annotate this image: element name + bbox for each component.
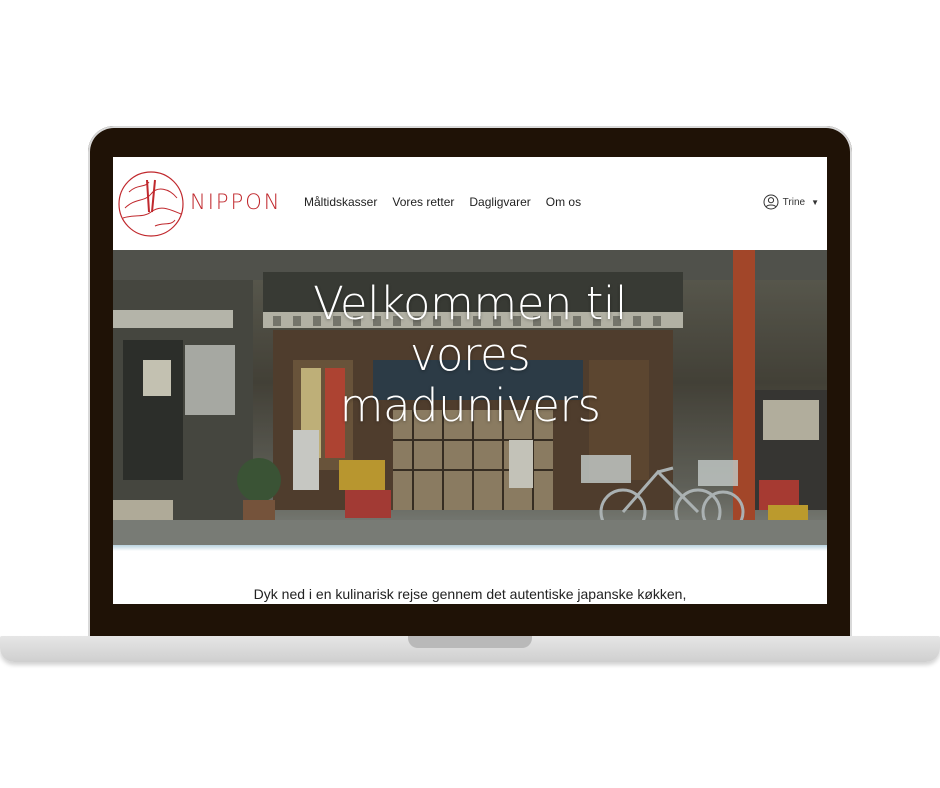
hero-title: Velkommen til vores madunivers bbox=[113, 278, 827, 431]
hero-banner: Velkommen til vores madunivers bbox=[113, 250, 827, 545]
hero-title-line-2: vores bbox=[409, 328, 531, 381]
navbar: NIPPON Måltidskasser Vores retter Daglig… bbox=[113, 157, 827, 250]
nav-link-dagligvarer[interactable]: Dagligvarer bbox=[469, 195, 530, 209]
intro-text: Dyk ned i en kulinarisk rejse gennem det… bbox=[253, 586, 687, 602]
hero-title-line-1: Velkommen til bbox=[313, 277, 627, 330]
brand-name[interactable]: NIPPON bbox=[190, 190, 281, 214]
user-circle-icon bbox=[763, 194, 779, 210]
caret-down-icon: ▼ bbox=[811, 197, 819, 207]
user-menu[interactable]: Trine ▼ bbox=[763, 194, 819, 210]
laptop-notch bbox=[408, 636, 532, 648]
laptop-screen: NIPPON Måltidskasser Vores retter Daglig… bbox=[113, 157, 827, 604]
hero-title-line-3: madunivers bbox=[339, 379, 601, 432]
user-name: Trine bbox=[782, 196, 806, 208]
nav-link-vores-retter[interactable]: Vores retter bbox=[392, 195, 454, 209]
nav-link-maaltidskasser[interactable]: Måltidskasser bbox=[304, 195, 377, 209]
nippon-logo-icon[interactable] bbox=[115, 168, 187, 240]
nav-link-om-os[interactable]: Om os bbox=[546, 195, 581, 209]
hero-bottom-edge bbox=[113, 545, 827, 551]
main-nav: Måltidskasser Vores retter Dagligvarer O… bbox=[304, 195, 581, 209]
